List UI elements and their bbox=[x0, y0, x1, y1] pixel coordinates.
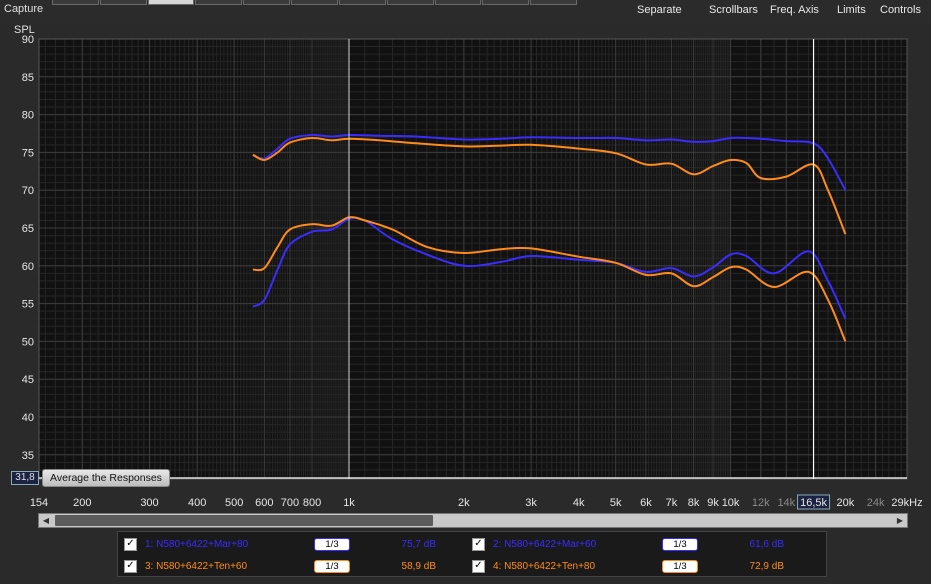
x-tick-label: 8k bbox=[688, 497, 700, 509]
legend-entry-4: ✓ 4: N580+6422+Ten+80 1/3 72,9 dB bbox=[466, 557, 821, 577]
x-tick-label: 29kHz bbox=[891, 497, 922, 509]
checkbox-icon[interactable]: ✓ bbox=[124, 560, 137, 573]
x-tick-label: 5k bbox=[610, 497, 622, 509]
legend-value: 61,6 dB bbox=[749, 539, 784, 550]
legend-value: 72,9 dB bbox=[749, 561, 784, 572]
x-tick-label: 6k bbox=[640, 497, 652, 509]
cursor-frequency-readout: 16,5k bbox=[800, 497, 827, 509]
legend-name: 4: N580+6422+Ten+80 bbox=[493, 561, 596, 572]
y-tick-label: 40 bbox=[22, 412, 34, 424]
legend-name: 2: N580+6422+Mar+60 bbox=[493, 539, 597, 550]
y-tick-label: 45 bbox=[22, 374, 34, 386]
legend-value: 58,9 dB bbox=[401, 561, 436, 572]
legend-entry-1: ✓ 1: N580+6422+Mar+80 1/3 75,7 dB bbox=[118, 535, 473, 555]
legend-panel: ✓ 1: N580+6422+Mar+80 1/3 75,7 dB ✓ 2: N… bbox=[117, 531, 827, 577]
y-tick-label: 55 bbox=[22, 299, 34, 311]
x-tick-label: 800 bbox=[303, 497, 321, 509]
x-tick-label: 2k bbox=[458, 497, 470, 509]
smoothing-selector[interactable]: 1/3 bbox=[662, 560, 698, 573]
y-tick-label: 70 bbox=[22, 185, 34, 197]
average-responses-button[interactable]: Average the Responses bbox=[42, 469, 170, 487]
plot-background bbox=[39, 39, 907, 479]
x-tick-label: 500 bbox=[225, 497, 243, 509]
legend-value: 75,7 dB bbox=[401, 539, 436, 550]
x-tick-label: 700 bbox=[281, 497, 299, 509]
smoothing-selector[interactable]: 1/3 bbox=[662, 538, 698, 551]
y-tick-label: 80 bbox=[22, 110, 34, 122]
smoothing-selector[interactable]: 1/3 bbox=[314, 560, 350, 573]
x-tick-label: 600 bbox=[255, 497, 273, 509]
checkbox-icon[interactable]: ✓ bbox=[124, 538, 137, 551]
legend-entry-2: ✓ 2: N580+6422+Mar+60 1/3 61,6 dB bbox=[466, 535, 821, 555]
y-tick-label: 65 bbox=[22, 223, 34, 235]
x-tick-label: 24k bbox=[867, 497, 885, 509]
x-tick-label: 400 bbox=[188, 497, 206, 509]
y-tick-label: 85 bbox=[22, 72, 34, 84]
y-tick-labels: 35 40 45 50 55 60 65 70 75 80 85 90 bbox=[22, 34, 34, 462]
scrollbar-thumb[interactable] bbox=[55, 515, 433, 526]
x-tick-label: 300 bbox=[140, 497, 158, 509]
x-tick-label: 12k bbox=[752, 497, 770, 509]
x-tick-label: 7k bbox=[666, 497, 678, 509]
scroll-left-icon[interactable]: ◀ bbox=[39, 514, 53, 527]
legend-name: 1: N580+6422+Mar+80 bbox=[145, 539, 249, 550]
horizontal-scrollbar[interactable]: ◀ ▶ bbox=[38, 513, 908, 528]
x-tick-label: 154 bbox=[30, 497, 48, 509]
smoothing-selector[interactable]: 1/3 bbox=[314, 538, 350, 551]
x-tick-label: 9k bbox=[707, 497, 719, 509]
checkbox-icon[interactable]: ✓ bbox=[472, 560, 485, 573]
y-tick-label: 35 bbox=[22, 450, 34, 462]
x-tick-label: 4k bbox=[573, 497, 585, 509]
legend-entry-3: ✓ 3: N580+6422+Ten+60 1/3 58,9 dB bbox=[118, 557, 473, 577]
x-tick-label: 3k bbox=[525, 497, 537, 509]
cursor-spl-readout: 31,8 bbox=[11, 471, 39, 485]
scroll-right-icon[interactable]: ▶ bbox=[893, 514, 907, 527]
x-tick-label: 20k bbox=[837, 497, 855, 509]
checkbox-icon[interactable]: ✓ bbox=[472, 538, 485, 551]
y-tick-label: 90 bbox=[22, 34, 34, 46]
y-tick-label: 50 bbox=[22, 336, 34, 348]
x-tick-label: 10k bbox=[722, 497, 740, 509]
x-tick-labels: 154 200 300 400 500 600 700 800 1k 2k 3k 4k 5k 6k 7k 8k… bbox=[30, 497, 923, 509]
x-tick-label: 1k bbox=[343, 497, 355, 509]
x-tick-label: 200 bbox=[73, 497, 91, 509]
legend-name: 3: N580+6422+Ten+60 bbox=[145, 561, 248, 572]
x-tick-label: 14k bbox=[777, 497, 795, 509]
spl-frequency-chart[interactable]: 35 40 45 50 55 60 65 70 75 80 85 90 154 200 300 400 500… bbox=[0, 0, 931, 510]
y-tick-label: 60 bbox=[22, 261, 34, 273]
y-tick-label: 75 bbox=[22, 147, 34, 159]
